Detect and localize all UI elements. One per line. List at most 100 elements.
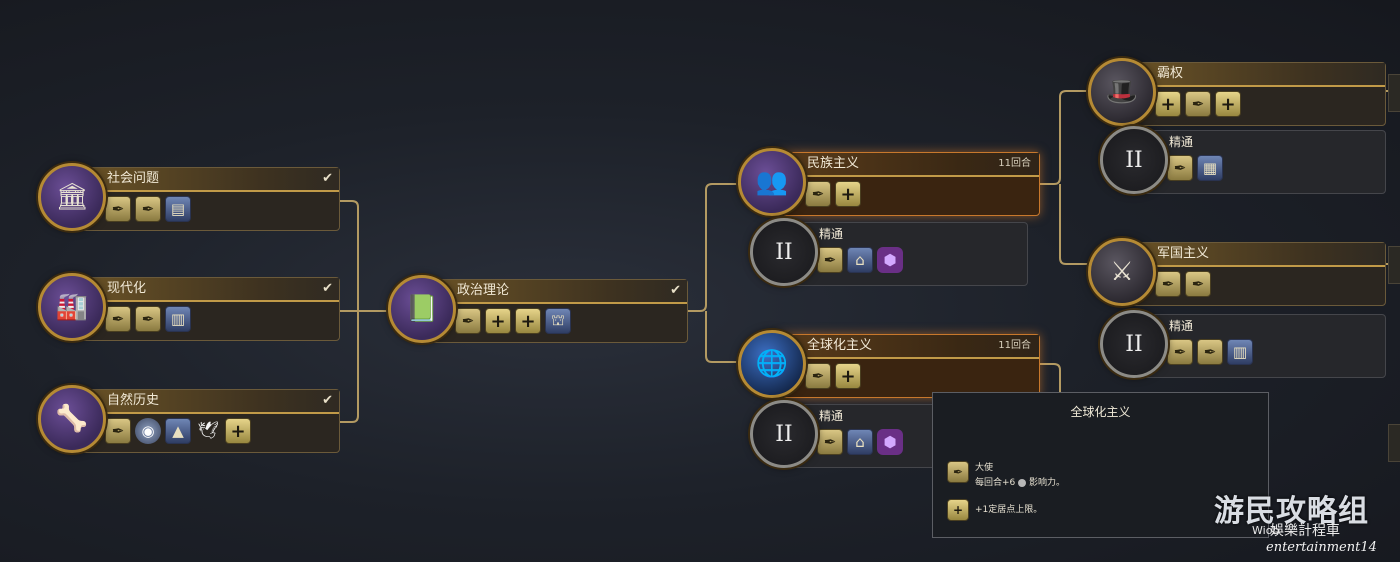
mastery-bar: 精通 ✒ ⌂ ⬢ xyxy=(790,222,1028,286)
globalism-bar: 全球化主义 11回合 ✒ + xyxy=(778,334,1040,398)
building-icon[interactable]: ▤ xyxy=(165,196,191,222)
watermark: 游民攻略组 Wiob 娛樂計程車 entertainment14 xyxy=(1214,486,1377,555)
hegemony-bar: 霸权 + ✒ + xyxy=(1128,62,1386,126)
militarism-bar: 军国主义 ✒ ✒ xyxy=(1128,242,1386,306)
plus-icon[interactable]: + xyxy=(835,181,861,207)
effect-description: +1定居点上限。 xyxy=(975,505,1043,515)
node-title: 霸权 xyxy=(1129,63,1385,87)
modernization-medallion-icon: 🏭 xyxy=(38,273,106,341)
building-icon[interactable]: ⌂ xyxy=(847,247,873,273)
node-title: 全球化主义 xyxy=(807,338,873,353)
museum-dome-icon[interactable]: ◉ xyxy=(135,418,161,444)
building-icon[interactable]: ⌂ xyxy=(847,429,873,455)
natural-history-medallion-icon: 🦴 xyxy=(38,385,106,453)
feather-icon[interactable]: ✒ xyxy=(1167,339,1193,365)
plus-icon: + xyxy=(947,499,969,521)
mastery-numeral-icon: II xyxy=(750,400,818,468)
purple-resource-icon[interactable]: ⬢ xyxy=(877,429,903,455)
plus-icon[interactable]: + xyxy=(835,363,861,389)
node-title: 自然历史 xyxy=(107,393,160,408)
watermark-script: entertainment14 xyxy=(1266,540,1377,555)
feather-icon: ✒ xyxy=(947,461,969,483)
plus-icon[interactable]: + xyxy=(1155,91,1181,117)
completed-check-icon: ✔ xyxy=(322,281,333,296)
civic-node-social-issues[interactable]: 🏛 社会问题 ✔ ✒ ✒ ▤ xyxy=(38,163,340,231)
effect-name: 大使 xyxy=(975,463,994,473)
bird-icon[interactable]: 🕊 xyxy=(195,418,221,444)
mastery-bar: 精通 ✒ ✒ ▥ xyxy=(1140,314,1386,378)
node-title: 精通 xyxy=(819,227,844,241)
plus-icon[interactable]: + xyxy=(485,308,511,334)
civic-node-modernization[interactable]: 🏭 现代化 ✔ ✒ ✒ ▥ xyxy=(38,273,340,341)
nationalism-medallion-icon: 👥 xyxy=(738,148,806,216)
completed-check-icon: ✔ xyxy=(322,171,333,186)
militarism-medallion-icon: ⚔ xyxy=(1088,238,1156,306)
node-title: 政治理论 xyxy=(457,283,510,298)
node-title: 民族主义 xyxy=(807,156,860,171)
building-icon[interactable]: ▥ xyxy=(1227,339,1253,365)
feather-icon[interactable]: ✒ xyxy=(135,196,161,222)
civic-node-natural-history[interactable]: 🦴 自然历史 ✔ ✒ ◉ ▲ 🕊 + xyxy=(38,385,340,453)
feather-icon[interactable]: ✒ xyxy=(805,363,831,389)
civic-node-nationalism[interactable]: 👥 民族主义 11回合 ✒ + xyxy=(738,148,1040,216)
feather-icon[interactable]: ✒ xyxy=(105,196,131,222)
offscreen-node-stub xyxy=(1388,74,1400,112)
feather-icon[interactable]: ✒ xyxy=(105,418,131,444)
feather-icon[interactable]: ✒ xyxy=(805,181,831,207)
civic-node-political-theory[interactable]: 📗 政治理论 ✔ ✒ + + ⛫ xyxy=(388,275,688,343)
completed-check-icon: ✔ xyxy=(322,393,333,408)
feather-icon[interactable]: ✒ xyxy=(817,429,843,455)
building-icon[interactable]: ▦ xyxy=(1197,155,1223,181)
plus-icon[interactable]: + xyxy=(515,308,541,334)
globalism-medallion-icon: 🌐 xyxy=(738,330,806,398)
node-title: 军国主义 xyxy=(1129,243,1385,267)
feather-icon[interactable]: ✒ xyxy=(135,306,161,332)
factory-building-icon[interactable]: ▥ xyxy=(165,306,191,332)
feather-icon[interactable]: ✒ xyxy=(817,247,843,273)
mastery-bar: 精通 ✒ ▦ xyxy=(1140,130,1386,194)
modernization-bar: 现代化 ✔ ✒ ✒ ▥ xyxy=(78,277,340,341)
plus-icon[interactable]: + xyxy=(225,418,251,444)
feather-icon[interactable]: ✒ xyxy=(1185,91,1211,117)
feather-icon[interactable]: ✒ xyxy=(1155,271,1181,297)
mastery-numeral-icon: II xyxy=(1100,126,1168,194)
political-theory-medallion-icon: 📗 xyxy=(388,275,456,343)
tooltip-effect-row: ✒ 大使 每回合+6 影响力。 xyxy=(947,461,1065,491)
social-issues-medallion-icon: 🏛 xyxy=(38,163,106,231)
civic-node-hegemony[interactable]: 🎩 霸权 + ✒ + xyxy=(1088,58,1386,126)
hegemony-medallion-icon: 🎩 xyxy=(1088,58,1156,126)
offscreen-node-stub xyxy=(1388,246,1400,284)
plus-icon[interactable]: + xyxy=(1215,91,1241,117)
feather-icon[interactable]: ✒ xyxy=(1197,339,1223,365)
civic-node-militarism-mastery[interactable]: II 精通 ✒ ✒ ▥ xyxy=(1100,310,1386,378)
turns-remaining-label: 11回合 xyxy=(998,340,1031,351)
tooltip-effect-row: + +1定居点上限。 xyxy=(947,499,1042,521)
social-issues-bar: 社会问题 ✔ ✒ ✒ ▤ xyxy=(78,167,340,231)
node-title: 现代化 xyxy=(107,281,147,296)
civic-node-hegemony-mastery[interactable]: II 精通 ✒ ▦ xyxy=(1100,126,1386,194)
civic-node-globalism-mastery[interactable]: II 精通 ✒ ⌂ ⬢ xyxy=(750,400,950,468)
civic-node-militarism[interactable]: ⚔ 军国主义 ✒ ✒ xyxy=(1088,238,1386,306)
mastery-numeral-icon: II xyxy=(750,218,818,286)
effect-description-suffix: 影响力。 xyxy=(1029,478,1066,488)
effect-description: 每回合+6 xyxy=(975,478,1016,488)
political-theory-bar: 政治理论 ✔ ✒ + + ⛫ xyxy=(428,279,688,343)
purple-resource-icon[interactable]: ⬢ xyxy=(877,247,903,273)
watermark-sub: 娛樂計程車 xyxy=(1270,523,1340,539)
civic-node-nationalism-mastery[interactable]: II 精通 ✒ ⌂ ⬢ xyxy=(750,218,1028,286)
node-title: 精通 xyxy=(1169,135,1194,149)
nationalism-bar: 民族主义 11回合 ✒ + xyxy=(778,152,1040,216)
natural-history-bar: 自然历史 ✔ ✒ ◉ ▲ 🕊 + xyxy=(78,389,340,453)
wonder-icon[interactable]: ▲ xyxy=(165,418,191,444)
feather-icon[interactable]: ✒ xyxy=(105,306,131,332)
turns-remaining-label: 11回合 xyxy=(998,158,1031,169)
node-title: 精通 xyxy=(1169,319,1194,333)
feather-icon[interactable]: ✒ xyxy=(1185,271,1211,297)
feather-icon[interactable]: ✒ xyxy=(1167,155,1193,181)
feather-icon[interactable]: ✒ xyxy=(455,308,481,334)
mastery-numeral-icon: II xyxy=(1100,310,1168,378)
civic-node-globalism[interactable]: 🌐 全球化主义 11回合 ✒ + xyxy=(738,330,1040,398)
government-building-icon[interactable]: ⛫ xyxy=(545,308,571,334)
offscreen-node-stub xyxy=(1388,424,1400,462)
tooltip-title: 全球化主义 xyxy=(1070,405,1131,419)
